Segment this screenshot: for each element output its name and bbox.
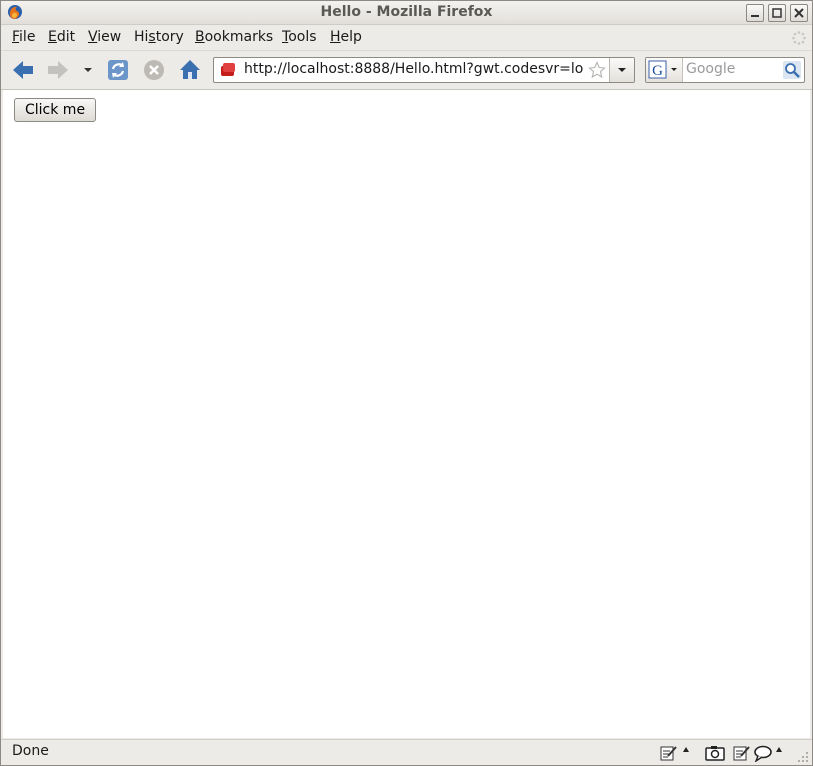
status-bar: Done <box>1 739 812 765</box>
stop-button[interactable] <box>141 57 167 83</box>
resize-grip-icon[interactable] <box>798 752 810 764</box>
search-engine-button[interactable]: G <box>646 58 683 82</box>
throbber-icon <box>792 31 806 45</box>
menu-help[interactable]: Help <box>330 29 362 45</box>
reload-button[interactable] <box>105 57 131 83</box>
browser-window: Hello - Mozilla Firefox File Edit View H… <box>0 0 813 766</box>
forward-button[interactable] <box>45 57 71 83</box>
svg-text:G: G <box>652 63 663 79</box>
maximize-icon <box>772 8 782 18</box>
close-icon <box>794 8 804 18</box>
menu-bar: File Edit View History Bookmarks Tools H… <box>1 25 812 51</box>
close-button[interactable] <box>790 4 808 22</box>
search-bar[interactable]: G <box>645 57 805 83</box>
back-button[interactable] <box>10 57 36 83</box>
site-identity-icon[interactable] <box>220 62 236 78</box>
url-bar[interactable] <box>213 57 635 83</box>
maximize-button[interactable] <box>768 4 786 22</box>
menu-edit[interactable]: Edit <box>48 29 75 45</box>
menu-tools[interactable]: Tools <box>282 29 317 45</box>
edit-notes-icon[interactable] <box>732 744 752 762</box>
status-text: Done <box>12 743 49 759</box>
menu-bookmarks[interactable]: Bookmarks <box>195 29 273 45</box>
menu-file[interactable]: File <box>12 29 35 45</box>
click-me-button[interactable]: Click me <box>14 98 97 122</box>
history-dropdown-button[interactable] <box>79 57 97 83</box>
chat-bubble-icon[interactable] <box>754 744 788 762</box>
title-bar[interactable]: Hello - Mozilla Firefox <box>1 1 812 25</box>
menu-view[interactable]: View <box>88 29 121 45</box>
home-button[interactable] <box>177 57 203 83</box>
chevron-down-icon <box>618 68 626 72</box>
url-input[interactable] <box>244 59 584 79</box>
screenshot-icon[interactable] <box>705 744 727 762</box>
url-history-dropdown[interactable] <box>609 58 634 82</box>
menu-history[interactable]: History <box>134 29 184 45</box>
navigation-toolbar: G <box>1 51 812 90</box>
bookmark-star-icon[interactable] <box>588 61 606 79</box>
google-icon: G <box>648 60 677 79</box>
search-input[interactable] <box>686 59 781 79</box>
search-icon[interactable] <box>783 61 801 79</box>
window-title: Hello - Mozilla Firefox <box>320 4 493 20</box>
minimize-icon <box>751 15 759 17</box>
notes-icon[interactable] <box>659 744 693 762</box>
page-content: Click me <box>3 90 810 738</box>
minimize-button[interactable] <box>746 4 764 22</box>
